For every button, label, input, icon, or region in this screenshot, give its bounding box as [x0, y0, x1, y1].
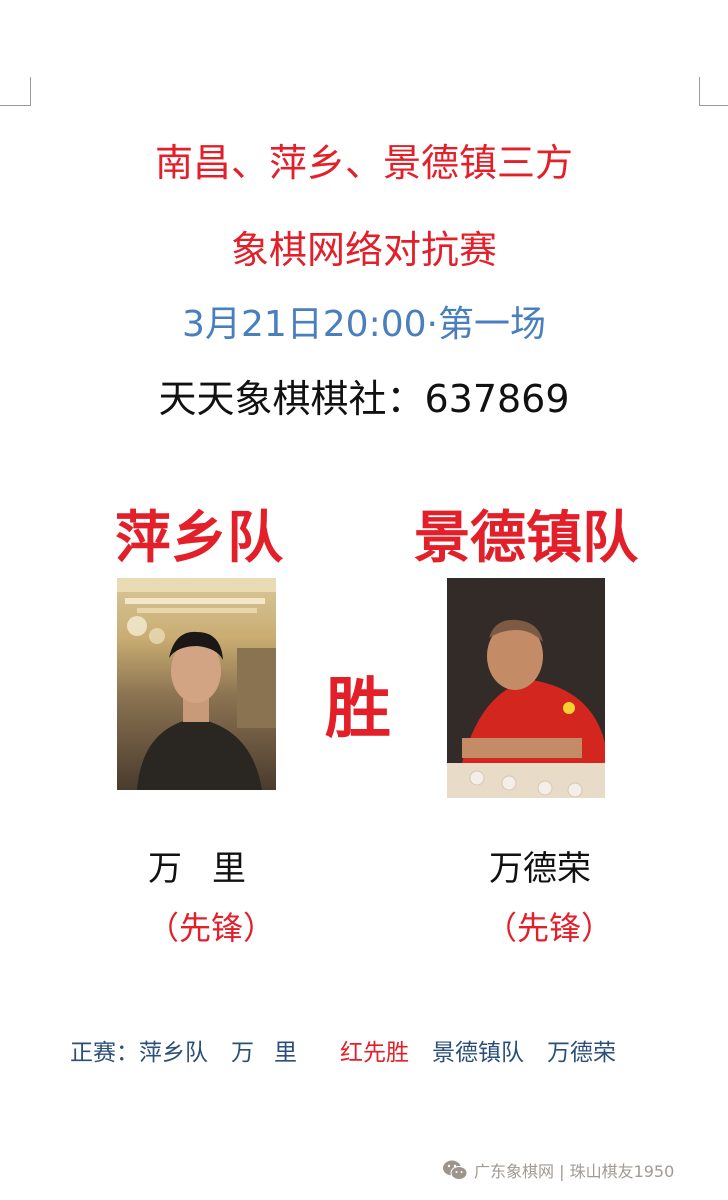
- summary-left-player: 万里: [231, 1040, 317, 1066]
- corner-mark-right: [699, 77, 728, 106]
- right-player-photo: [447, 578, 605, 798]
- title-line-2: 象棋网络对抗赛: [230, 228, 497, 272]
- left-player-photo: [117, 578, 276, 790]
- left-player-role: （先锋）: [147, 909, 276, 947]
- watermark-text: 广东象棋网 | 珠山棋友1950: [474, 1162, 675, 1181]
- left-team-name: 萍乡队: [115, 506, 283, 571]
- summary-label: 正赛：: [70, 1040, 139, 1066]
- summary-result: 红先胜: [340, 1040, 409, 1066]
- summary-left-team: 萍乡队: [139, 1040, 208, 1066]
- match-summary: 正赛：萍乡队 万里 红先胜 景德镇队 万德荣: [70, 1033, 639, 1067]
- club-info: 天天象棋棋社：637869: [158, 377, 570, 421]
- right-team-name: 景德镇队: [414, 506, 638, 571]
- left-player-name: 万里: [148, 849, 276, 889]
- title-line-1: 南昌、萍乡、景德镇三方: [154, 141, 573, 185]
- summary-right-player: 万德荣: [547, 1040, 616, 1066]
- watermark: 广东象棋网 | 珠山棋友1950: [442, 1158, 674, 1182]
- wechat-icon: [442, 1159, 468, 1181]
- summary-right-team: 景德镇队: [432, 1040, 524, 1066]
- match-result: 胜: [325, 670, 391, 747]
- match-date: 3月21日20:00·第一场: [182, 304, 546, 345]
- right-player-role: （先锋）: [485, 909, 614, 947]
- right-player-name: 万德荣: [489, 849, 591, 889]
- corner-mark-left: [0, 77, 31, 106]
